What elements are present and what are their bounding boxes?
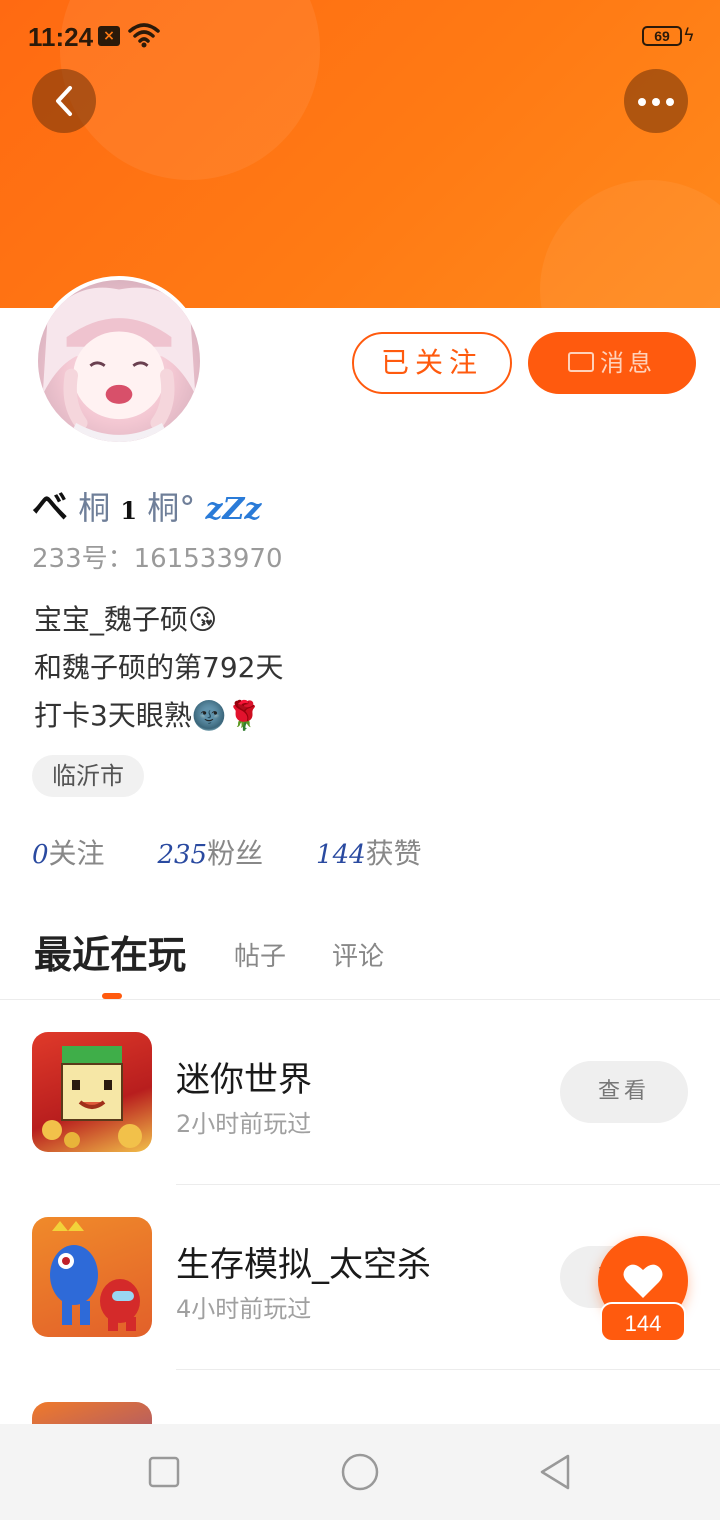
avatar[interactable] bbox=[34, 276, 204, 446]
tab-recent-games[interactable]: 最近在玩 bbox=[34, 924, 186, 979]
back-nav-icon[interactable] bbox=[536, 1452, 576, 1492]
following-stat[interactable]: 0关注 bbox=[32, 837, 105, 870]
bio-line: 宝宝_魏子硕😘 bbox=[34, 603, 218, 636]
fans-label: 粉丝 bbox=[207, 837, 264, 870]
no-sim-icon: × bbox=[98, 26, 120, 46]
heart-icon bbox=[623, 1264, 663, 1298]
home-icon[interactable] bbox=[340, 1452, 380, 1492]
nickname-part: 桐° bbox=[147, 489, 196, 527]
following-button[interactable]: 已关注 bbox=[352, 332, 512, 394]
nickname-number: 1 bbox=[120, 496, 138, 525]
profile-stats: 0关注 235粉丝 144获赞 bbox=[32, 832, 466, 872]
chevron-left-icon bbox=[56, 86, 72, 116]
system-navigation-bar bbox=[0, 1424, 720, 1520]
sleep-emoji: zZz bbox=[205, 492, 262, 527]
banner-decoration bbox=[540, 180, 720, 308]
following-label: 关注 bbox=[48, 837, 105, 870]
bio-line: 和魏子硕的第792天 bbox=[34, 651, 284, 684]
nickname-part: 桐 bbox=[78, 489, 111, 527]
nickname: べ 桐 1 桐° zZz bbox=[32, 478, 261, 530]
recent-apps-icon[interactable] bbox=[144, 1452, 184, 1492]
location-tag[interactable]: 临沂市 bbox=[32, 755, 144, 797]
like-count-badge: 144 bbox=[600, 1302, 686, 1342]
more-dot bbox=[666, 98, 674, 106]
game-last-played: 4小时前玩过 bbox=[176, 1295, 312, 1323]
status-bar: 11:24 × 69 ϟ bbox=[0, 0, 720, 72]
profile-banner: 11:24 × 69 ϟ bbox=[0, 0, 720, 308]
tab-comments[interactable]: 评论 bbox=[332, 936, 384, 973]
game-icon bbox=[32, 1402, 152, 1424]
tab-posts[interactable]: 帖子 bbox=[234, 936, 286, 973]
view-game-button[interactable]: 查看 bbox=[560, 1061, 688, 1123]
game-icon-mini-world bbox=[32, 1032, 152, 1152]
game-title: 生存模拟_太空杀 bbox=[176, 1245, 431, 1285]
battery-indicator: 69 bbox=[642, 26, 682, 46]
likes-label: 获赞 bbox=[365, 837, 422, 870]
game-last-played: 2小时前玩过 bbox=[176, 1110, 312, 1138]
wifi-icon bbox=[128, 23, 160, 48]
likes-stat[interactable]: 144获赞 bbox=[316, 837, 422, 870]
avatar-image bbox=[42, 287, 196, 442]
fans-count: 235 bbox=[157, 840, 208, 870]
following-count: 0 bbox=[32, 840, 49, 870]
game-list-item[interactable]: 迷你世界 2小时前玩过 查看 bbox=[0, 1000, 720, 1185]
bio: 宝宝_魏子硕😘 和魏子硕的第792天 打卡3天眼熟🌚🌹 bbox=[34, 596, 283, 740]
bio-line: 打卡3天眼熟🌚🌹 bbox=[34, 699, 262, 732]
more-button[interactable] bbox=[624, 69, 688, 133]
more-dot bbox=[652, 98, 660, 106]
game-icon-space-survival bbox=[32, 1217, 152, 1337]
uid-label: 233号： bbox=[32, 544, 134, 574]
status-time: 11:24 bbox=[28, 22, 94, 52]
game-title: 迷你世界 bbox=[176, 1060, 312, 1100]
uid-value: 161533970 bbox=[133, 544, 283, 574]
nickname-prefix: べ bbox=[32, 486, 69, 528]
game-list-item[interactable] bbox=[0, 1370, 720, 1424]
charging-icon: ϟ bbox=[683, 25, 695, 46]
likes-count: 144 bbox=[316, 840, 366, 870]
message-label: 消息 bbox=[600, 349, 656, 377]
message-button[interactable]: 消息 bbox=[528, 332, 696, 394]
mail-icon bbox=[568, 352, 594, 372]
back-button[interactable] bbox=[32, 69, 96, 133]
more-horizontal-icon bbox=[638, 98, 646, 106]
fans-stat[interactable]: 235粉丝 bbox=[157, 837, 263, 870]
user-id: 233号：161533970 bbox=[32, 538, 283, 575]
